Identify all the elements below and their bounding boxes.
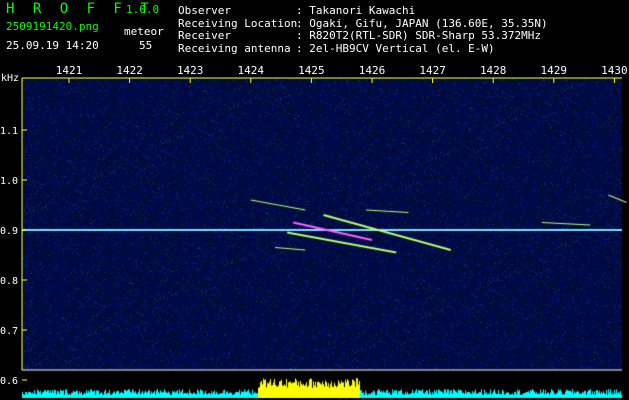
x-tick-label: 1425 xyxy=(298,64,325,77)
y-tick-label: 0.6 xyxy=(0,376,18,387)
x-tick-label: 1422 xyxy=(116,64,143,77)
y-tick-label: 0.7 xyxy=(0,326,18,337)
y-tick-label: 0.8 xyxy=(0,276,18,287)
x-tick-label: 1428 xyxy=(480,64,507,77)
x-tick-label: 1429 xyxy=(541,64,568,77)
x-tick-label: 1430 xyxy=(601,64,628,77)
x-tick-label: 1427 xyxy=(419,64,446,77)
x-tick-label: 1424 xyxy=(238,64,265,77)
y-axis-label: kHz xyxy=(1,73,19,84)
y-tick-label: 0.9 xyxy=(0,226,18,237)
y-tick-label: 1.1 xyxy=(0,126,18,137)
x-tick-label: 1423 xyxy=(177,64,204,77)
x-tick-label: 1426 xyxy=(359,64,386,77)
axes-overlay: 1421 1422 1423 1424 1425 1426 1427 1428 1429 1430… xyxy=(0,64,628,387)
y-tick-label: 1.0 xyxy=(0,176,18,187)
x-tick-label: 1421 xyxy=(56,64,83,77)
